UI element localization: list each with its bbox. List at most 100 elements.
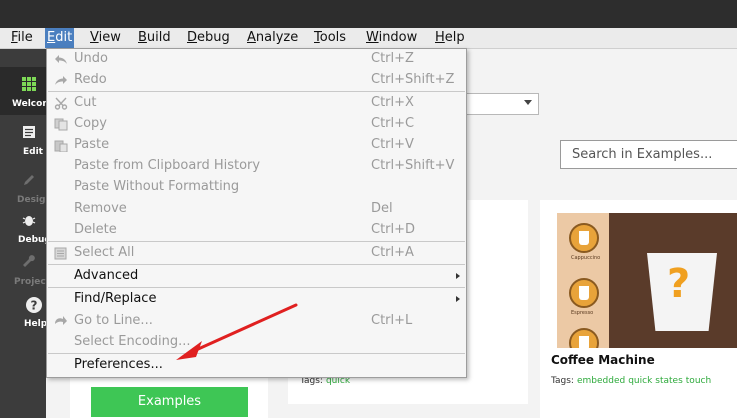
question-mark-icon: ? (667, 261, 691, 307)
menu-item-shortcut: Del (371, 201, 393, 216)
menu-item-remove[interactable]: Remove Del (47, 199, 466, 220)
undo-icon (55, 55, 67, 64)
menu-item-paste-without-formatting[interactable]: Paste Without Formatting (47, 177, 466, 198)
card-title[interactable]: Coffee Machine (551, 353, 655, 367)
menu-build-rest: uild (146, 30, 171, 45)
menu-item-find-replace[interactable]: Find/Replace (47, 289, 466, 310)
copy-icon (54, 118, 68, 131)
menu-item-shortcut: Ctrl+D (371, 222, 416, 237)
menu-item-label: Select All (74, 245, 135, 260)
menu-build-accel: B (138, 30, 147, 45)
menu-analyze-rest: nalyze (255, 30, 299, 45)
select-all-icon (54, 247, 67, 260)
menu-item-label: Select Encoding... (74, 334, 191, 349)
menu-bar: File Edit View Build Debug Analyze Tools… (0, 28, 737, 49)
sidebar-item-debug[interactable]: Debug (0, 203, 51, 251)
menu-tools[interactable]: Tools (312, 28, 348, 48)
menu-item-paste[interactable]: Paste Ctrl+V (47, 135, 466, 156)
edit-menu-dropdown: Undo Ctrl+Z Redo Ctrl+Shift+Z Cut Ctrl+X Co… (46, 48, 467, 378)
sidebar-item-projects[interactable]: Projects (0, 245, 55, 293)
sidebar-item-label: Edit (23, 147, 43, 157)
coffee-cup-icon (569, 223, 599, 253)
thumbnail-label: Espresso (571, 310, 594, 316)
menu-view[interactable]: View (88, 28, 123, 48)
sidebar-item-help[interactable]: ? Help (0, 287, 48, 335)
menu-edit[interactable]: Edit (45, 28, 75, 48)
menu-item-advanced[interactable]: Advanced (47, 266, 466, 287)
menu-separator (48, 287, 465, 288)
menu-item-label: Copy (74, 116, 107, 131)
menu-item-delete[interactable]: Delete Ctrl+D (47, 220, 466, 241)
menu-item-label: Paste from Clipboard History (74, 158, 261, 173)
menu-file[interactable]: File (9, 28, 35, 48)
menu-edit-rest: dit (55, 30, 73, 45)
menu-item-paste-from-clipboard-history[interactable]: Paste from Clipboard History Ctrl+Shift+V (47, 156, 466, 177)
menu-help[interactable]: Help (433, 28, 467, 48)
menu-item-shortcut: Ctrl+Shift+Z (371, 72, 455, 87)
menu-window[interactable]: Window (364, 28, 419, 48)
menu-item-label: Remove (74, 201, 127, 216)
tag-link[interactable]: quick (628, 376, 652, 386)
menu-item-select-encoding[interactable]: Select Encoding... (47, 332, 466, 353)
wrench-icon (23, 255, 35, 267)
menu-analyze-accel: A (247, 30, 256, 45)
tags-label: Tags: (551, 376, 574, 386)
menu-debug-rest: ebug (197, 30, 230, 45)
thumbnail-label: Cappuccino (571, 255, 601, 261)
menu-debug-accel: D (187, 30, 198, 45)
menu-item-shortcut: Ctrl+A (371, 245, 414, 260)
menu-item-shortcut: Ctrl+Z (371, 51, 414, 66)
menu-separator (48, 91, 465, 92)
menu-item-label: Advanced (74, 268, 139, 283)
menu-item-preferences[interactable]: Preferences... (47, 355, 466, 376)
menu-item-shortcut: Ctrl+C (371, 116, 415, 131)
examples-search-input[interactable]: Search in Examples... (560, 140, 737, 169)
menu-window-accel: W (366, 30, 379, 45)
menu-edit-accel: E (47, 30, 56, 45)
question-icon: ? (26, 297, 42, 313)
coffee-cup-icon (569, 278, 599, 308)
mode-sidebar: Welcome Edit Design Debug Projects ? Hel… (0, 49, 58, 418)
examples-button[interactable]: Examples (91, 387, 248, 417)
menu-debug[interactable]: Debug (185, 28, 232, 48)
menu-separator (48, 241, 465, 242)
menu-separator (48, 264, 465, 265)
menu-item-shortcut: Ctrl+V (371, 137, 414, 152)
menu-build[interactable]: Build (136, 28, 173, 48)
menu-help-rest: elp (444, 30, 465, 45)
cut-icon (54, 97, 68, 110)
bug-icon (22, 216, 36, 226)
menu-item-undo[interactable]: Undo Ctrl+Z (47, 49, 466, 70)
redo-icon (55, 76, 67, 85)
menu-item-go-to-line[interactable]: Go to Line... Ctrl+L (47, 311, 466, 332)
sidebar-item-label: Help (24, 319, 48, 329)
menu-item-label: Find/Replace (74, 291, 157, 306)
pencil-icon (24, 175, 34, 185)
menu-item-cut[interactable]: Cut Ctrl+X (47, 93, 466, 114)
paste-icon (54, 140, 68, 152)
sidebar-item-edit[interactable]: Edit (0, 115, 46, 163)
document-icon (23, 126, 35, 138)
menu-item-label: Paste (74, 137, 110, 152)
sidebar-item-welcome[interactable]: Welcome (0, 67, 58, 115)
coffee-machine-thumbnail: Cappuccino Espresso ? (557, 213, 737, 348)
menu-item-label: Go to Line... (74, 313, 153, 328)
menu-analyze[interactable]: Analyze (245, 28, 300, 48)
menu-item-label: Delete (74, 222, 117, 237)
window-titlebar (0, 0, 737, 28)
chevron-down-icon (524, 100, 532, 105)
tag-link[interactable]: touch (686, 376, 711, 386)
submenu-arrow-icon (456, 296, 460, 302)
menu-separator (48, 353, 465, 354)
grid-icon (22, 77, 36, 91)
menu-view-accel: V (90, 30, 99, 45)
menu-item-label: Undo (74, 51, 108, 66)
tag-link[interactable]: embedded (577, 376, 625, 386)
menu-help-accel: H (435, 30, 445, 45)
tag-link[interactable]: states (655, 376, 683, 386)
card2-tags: Tags: embedded quick states touch (551, 376, 711, 386)
menu-item-copy[interactable]: Copy Ctrl+C (47, 114, 466, 135)
menu-item-label: Redo (74, 72, 107, 87)
menu-item-redo[interactable]: Redo Ctrl+Shift+Z (47, 70, 466, 91)
menu-item-select-all[interactable]: Select All Ctrl+A (47, 243, 466, 264)
